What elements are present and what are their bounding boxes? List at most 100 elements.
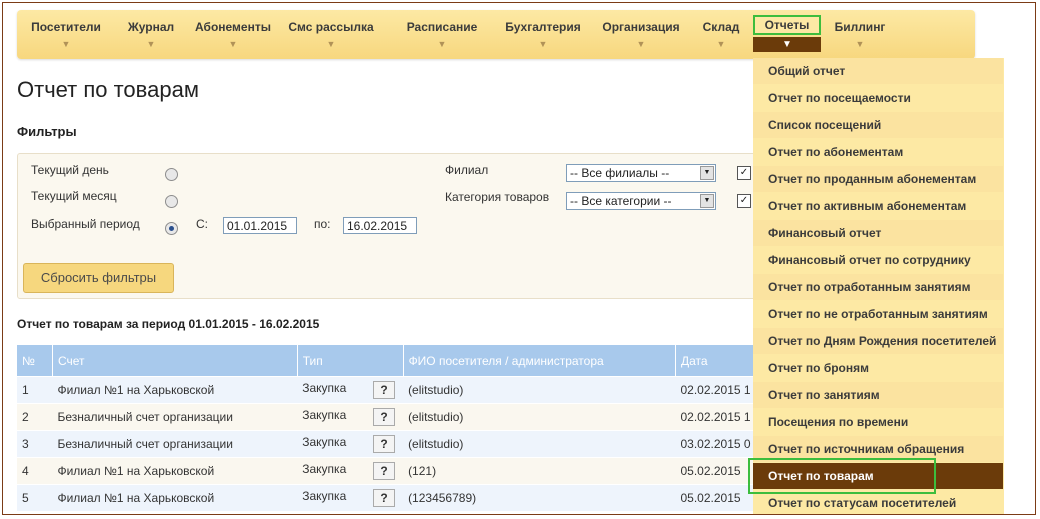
from-label: С: (196, 217, 208, 231)
nav-organization[interactable]: Организация ▼ (595, 10, 687, 59)
type-value: Закупка (302, 489, 347, 503)
nav-label: Склад (702, 20, 740, 34)
chevron-down-icon: ▼ (636, 39, 646, 49)
cell-name: (elitstudio) (403, 376, 676, 404)
nav-label: Отчеты (753, 15, 821, 35)
top-navigation: Посетители ▼ Журнал ▼ Абонементы ▼ Смс р… (17, 10, 975, 59)
menu-item-visits-by-time[interactable]: Посещения по времени (753, 409, 1003, 435)
menu-item-general-report[interactable]: Общий отчет (753, 58, 1003, 84)
filters-panel: Текущий день Текущий месяц Выбранный пер… (17, 153, 779, 299)
chevron-down-icon: ▼ (538, 39, 548, 49)
current-day-radio[interactable] (165, 168, 178, 181)
nav-accounting[interactable]: Бухгалтерия ▼ (495, 10, 591, 59)
cell-number: 5 (17, 484, 53, 511)
chevron-down-icon: ▼ (146, 39, 156, 49)
branch-select[interactable]: -- Все филиалы -- ▼ (566, 164, 716, 182)
branch-label: Филиал (445, 163, 489, 177)
selected-period-label: Выбранный период (31, 217, 140, 231)
type-value: Закупка (302, 435, 347, 449)
chevron-down-icon: ▼ (700, 166, 714, 180)
col-date[interactable]: Дата (675, 345, 758, 377)
menu-item-worked-classes[interactable]: Отчет по отработанным занятиям (753, 274, 1003, 300)
cell-type: Закупка? (297, 403, 404, 431)
col-name[interactable]: ФИО посетителя / администратора (403, 345, 676, 377)
category-select[interactable]: -- Все категории -- ▼ (566, 192, 716, 210)
cell-date: 02.02.2015 1 (675, 403, 757, 431)
nav-reports[interactable]: Отчеты ▼ (753, 10, 821, 59)
nav-label: Биллинг (834, 20, 886, 34)
table-row: 3 Безналичный счет организации Закупка? … (17, 430, 757, 458)
report-table: № Счет Тип ФИО посетителя / администрато… (17, 345, 758, 511)
chevron-down-icon: ▼ (855, 39, 865, 49)
cell-type: Закупка? (297, 457, 404, 485)
nav-warehouse[interactable]: Склад ▼ (691, 10, 751, 59)
menu-item-sold-subscriptions[interactable]: Отчет по проданным абонементам (753, 166, 1003, 192)
cell-account: Безналичный счет организации (52, 403, 298, 431)
chevron-down-icon: ▼ (700, 194, 714, 208)
menu-item-financial-by-employee[interactable]: Финансовый отчет по сотруднику (753, 247, 1003, 273)
table-row: 2 Безналичный счет организации Закупка? … (17, 403, 757, 431)
cell-number: 4 (17, 457, 53, 485)
help-button[interactable]: ? (373, 435, 396, 453)
selected-period-radio[interactable] (165, 222, 178, 235)
menu-item-visits-list[interactable]: Список посещений (753, 112, 1003, 138)
nav-label: Расписание (406, 20, 478, 34)
help-button[interactable]: ? (373, 489, 396, 507)
col-account[interactable]: Счет (52, 345, 298, 377)
help-button[interactable]: ? (373, 408, 396, 426)
cell-type: Закупка? (297, 376, 404, 404)
menu-item-subscriptions-report[interactable]: Отчет по абонементам (753, 139, 1003, 165)
chevron-down-icon: ▼ (326, 39, 336, 49)
menu-item-active-subscriptions[interactable]: Отчет по активным абонементам (753, 193, 1003, 219)
reset-filters-button[interactable]: Сбросить фильтры (23, 263, 174, 293)
category-label: Категория товаров (445, 190, 550, 204)
nav-journal[interactable]: Журнал ▼ (115, 10, 187, 59)
nav-billing[interactable]: Биллинг ▼ (823, 10, 897, 59)
nav-schedule[interactable]: Расписание ▼ (397, 10, 487, 59)
cell-type: Закупка? (297, 484, 404, 511)
menu-item-financial-report[interactable]: Финансовый отчет (753, 220, 1003, 246)
nav-sms[interactable]: Смс рассылка ▼ (279, 10, 383, 59)
table-header-row: № Счет Тип ФИО посетителя / администрато… (17, 345, 758, 377)
category-checkbox[interactable]: ✓ (737, 194, 751, 208)
table-row: 1 Филиал №1 на Харьковской Закупка? (eli… (17, 376, 757, 404)
nav-visitors[interactable]: Посетители ▼ (17, 10, 115, 59)
cell-name: (121) (403, 457, 676, 485)
current-day-label: Текущий день (31, 163, 109, 177)
chevron-down-icon: ▼ (228, 39, 238, 49)
current-month-radio[interactable] (165, 195, 178, 208)
page-title: Отчет по товарам (17, 77, 199, 102)
from-date-input[interactable]: 01.01.2015 (223, 217, 297, 234)
cell-name: (elitstudio) (403, 430, 676, 458)
cell-account: Безналичный счет организации (52, 430, 298, 458)
to-date-input[interactable]: 16.02.2015 (343, 217, 417, 234)
col-type[interactable]: Тип (297, 345, 404, 377)
nav-subscriptions[interactable]: Абонементы ▼ (187, 10, 279, 59)
menu-item-birthdays[interactable]: Отчет по Дням Рождения посетителей (753, 328, 1003, 354)
current-month-label: Текущий месяц (31, 189, 117, 203)
to-label: по: (314, 217, 331, 231)
selection-highlight (748, 458, 936, 494)
branch-checkbox[interactable]: ✓ (737, 166, 751, 180)
cell-name: (elitstudio) (403, 403, 676, 431)
chevron-down-icon: ▼ (716, 39, 726, 49)
menu-item-classes[interactable]: Отчет по занятиям (753, 382, 1003, 408)
help-button[interactable]: ? (373, 381, 396, 399)
cell-number: 3 (17, 430, 53, 458)
menu-item-bookings[interactable]: Отчет по броням (753, 355, 1003, 381)
cell-date: 02.02.2015 1 (675, 376, 757, 404)
branch-select-value: -- Все филиалы -- (570, 166, 670, 180)
cell-number: 1 (17, 376, 53, 404)
menu-item-unworked-classes[interactable]: Отчет по не отработанным занятиям (753, 301, 1003, 327)
col-number[interactable]: № (17, 345, 53, 377)
cell-account: Филиал №1 на Харьковской (52, 484, 298, 511)
nav-label: Бухгалтерия (505, 20, 581, 34)
cell-name: (123456789) (403, 484, 676, 511)
report-title: Отчет по товарам за период 01.01.2015 - … (17, 317, 320, 331)
nav-label: Организация (602, 20, 680, 34)
cell-number: 2 (17, 403, 53, 431)
app-window: Посетители ▼ Журнал ▼ Абонементы ▼ Смс р… (2, 2, 1036, 515)
cell-account: Филиал №1 на Харьковской (52, 457, 298, 485)
help-button[interactable]: ? (373, 462, 396, 480)
menu-item-attendance-report[interactable]: Отчет по посещаемости (753, 85, 1003, 111)
